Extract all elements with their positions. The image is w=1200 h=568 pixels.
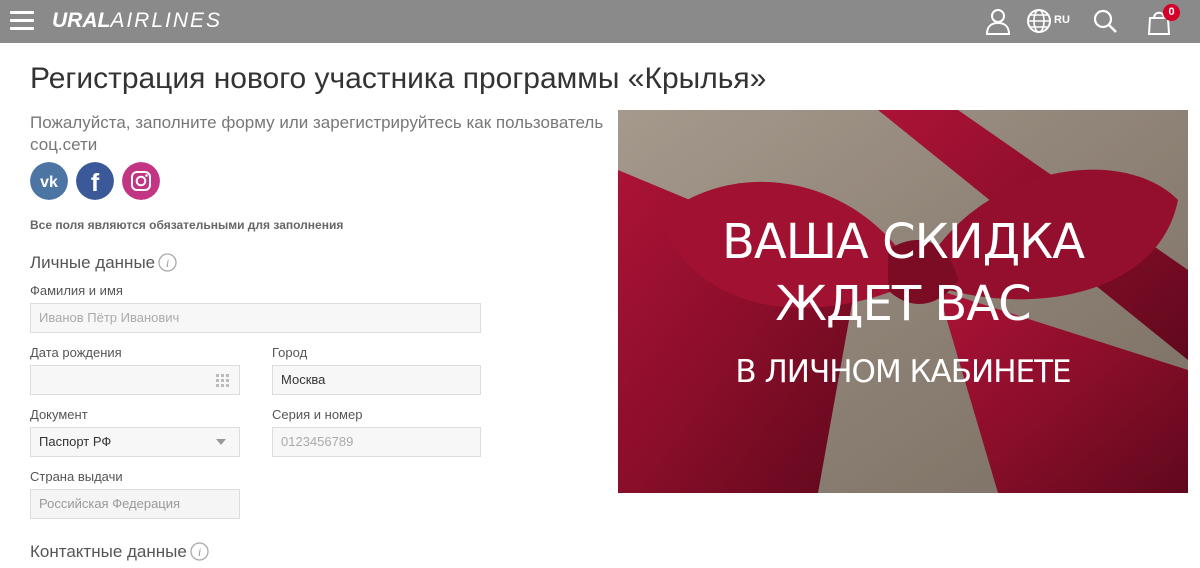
- info-icon[interactable]: i: [158, 253, 177, 272]
- logo-bold: URAL: [52, 9, 111, 32]
- required-fields-note: Все поля являются обязательными для запо…: [30, 218, 344, 232]
- top-bar: URALAIRLINES RU 0: [0, 0, 1200, 43]
- user-icon[interactable]: [985, 7, 1011, 35]
- promo-banner[interactable]: ВАША СКИДКА ЖДЕТ ВАС В ЛИЧНОМ КАБИНЕТЕ: [618, 110, 1188, 493]
- logo-light: AIRLINES: [110, 9, 223, 32]
- city-input[interactable]: Москва: [272, 365, 481, 395]
- menu-icon[interactable]: [10, 11, 34, 31]
- page-subtitle: Пожалуйста, заполните форму или зарегист…: [30, 113, 604, 154]
- personal-data-heading: Личные данные: [30, 253, 156, 272]
- globe-icon[interactable]: [1026, 7, 1052, 35]
- city-label: Город: [272, 345, 308, 360]
- svg-text:vk: vk: [40, 174, 58, 191]
- full-name-label: Фамилия и имя: [30, 283, 123, 298]
- issue-country-label: Страна выдачи: [30, 469, 123, 484]
- promo-line-1: ВАША СКИДКА: [721, 214, 1085, 270]
- page-title: Регистрация нового участника программы «…: [30, 62, 767, 95]
- language-label[interactable]: RU: [1054, 14, 1070, 26]
- document-select[interactable]: Паспорт РФ: [30, 427, 240, 457]
- birth-date-label: Дата рождения: [30, 345, 122, 360]
- cart-count-badge: 0: [1163, 4, 1180, 21]
- birth-date-input[interactable]: [30, 365, 240, 395]
- series-number-label: Серия и номер: [272, 407, 363, 422]
- facebook-icon[interactable]: f: [76, 162, 114, 200]
- calendar-icon[interactable]: [216, 374, 230, 387]
- contact-data-heading: Контактные данные: [30, 542, 187, 561]
- full-name-input[interactable]: Иванов Пётр Иванович: [30, 303, 481, 333]
- info-icon[interactable]: i: [190, 542, 209, 561]
- promo-line-3: В ЛИЧНОМ КАБИНЕТЕ: [735, 354, 1071, 390]
- issue-country-input[interactable]: Российская Федерация: [30, 489, 240, 519]
- document-label: Документ: [30, 407, 88, 422]
- logo[interactable]: URALAIRLINES: [52, 9, 222, 33]
- vk-icon[interactable]: vk: [30, 162, 68, 200]
- chevron-down-icon[interactable]: [216, 439, 226, 445]
- promo-line-2: ЖДЕТ ВАС: [775, 276, 1031, 332]
- series-number-input[interactable]: 0123456789: [272, 427, 481, 457]
- svg-text:i: i: [166, 256, 169, 270]
- instagram-icon[interactable]: [122, 162, 160, 200]
- svg-text:i: i: [198, 545, 201, 559]
- search-icon[interactable]: [1092, 7, 1118, 35]
- svg-text:f: f: [91, 169, 100, 197]
